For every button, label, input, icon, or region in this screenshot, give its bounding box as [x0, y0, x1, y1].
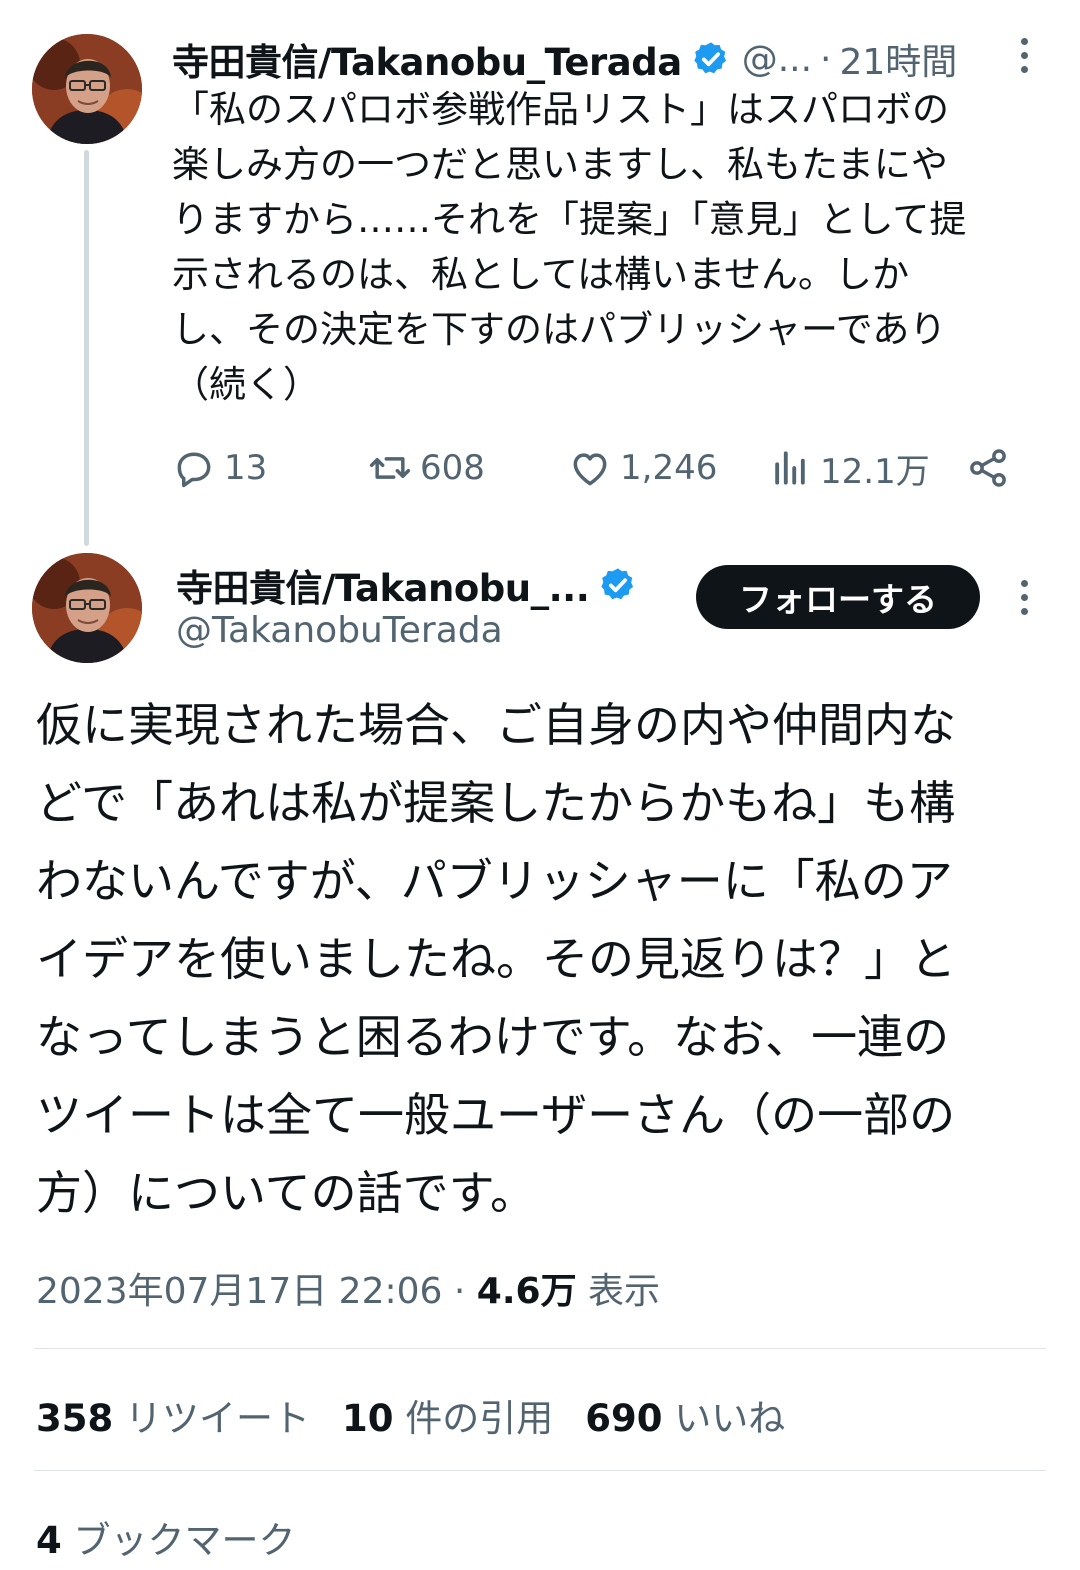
bookmarks-link[interactable]: 4 ブックマーク — [36, 1510, 296, 1564]
likes-link[interactable]: 690 いいね — [585, 1397, 785, 1440]
reply-count: 13 — [224, 448, 268, 488]
share-icon — [970, 449, 1006, 487]
view-count: 4.6万 — [476, 1271, 577, 1312]
tweet1-action-bar: 13 608 1,246 12.1万 — [172, 440, 1022, 496]
tweet1-handle[interactable]: @... — [742, 39, 812, 80]
verified-badge-icon — [694, 42, 726, 74]
share-button[interactable] — [966, 440, 1018, 496]
tweet2-meta: 2023年07月17日 22:06 · 4.6万 表示 — [36, 1262, 660, 1314]
retweet-count: 608 — [420, 448, 485, 488]
bookmark-label: ブックマーク — [73, 1519, 296, 1562]
retweet-total: 358 — [36, 1397, 114, 1440]
tweet1-separator: · — [820, 38, 832, 80]
bar-chart-icon — [775, 451, 805, 485]
divider — [34, 1348, 1046, 1349]
tweet1-time[interactable]: 21時間 — [840, 33, 958, 85]
avatar-photo-icon — [32, 553, 142, 663]
tweet1-text: 「私のスパロボ参戦作品リスト」はスパロボの 楽しみ方の一つだと思いますし、私もた… — [172, 88, 967, 406]
bookmark-total: 4 — [36, 1519, 62, 1562]
views-button[interactable]: 12.1万 — [768, 440, 930, 496]
retweet-icon — [369, 457, 411, 479]
retweet-label: リツイート — [125, 1397, 310, 1440]
retweets-link[interactable]: 358 リツイート — [36, 1397, 310, 1440]
like-button[interactable]: 1,246 — [568, 440, 717, 496]
tweet1-author-name[interactable]: 寺田貴信/Takanobu_Terada — [172, 32, 682, 86]
avatar-photo-icon — [32, 34, 142, 144]
tweet2-author-name[interactable]: 寺田貴信/Takanobu_... — [176, 558, 590, 612]
reply-icon — [177, 452, 211, 488]
tweet2-stats: 358 リツイート 10 件の引用 690 いいね — [36, 1388, 785, 1442]
like-label: いいね — [674, 1397, 786, 1440]
tweet2-handle[interactable]: @TakanobuTerada — [176, 610, 503, 651]
thread-connector-line — [84, 150, 89, 546]
like-count: 1,246 — [620, 448, 718, 488]
quote-label: 件の引用 — [405, 1397, 554, 1440]
quote-total: 10 — [342, 1397, 394, 1440]
retweet-button[interactable]: 608 — [368, 440, 485, 496]
quotes-link[interactable]: 10 件の引用 — [342, 1397, 553, 1440]
like-total: 690 — [585, 1397, 663, 1440]
divider — [34, 1470, 1046, 1471]
tweet2-timestamp[interactable]: 2023年07月17日 22:06 — [36, 1271, 442, 1312]
views-count: 12.1万 — [820, 451, 930, 492]
tweet1-header: 寺田貴信/Takanobu_Terada @... · 21時間 — [172, 32, 957, 86]
verified-badge-icon — [601, 568, 634, 600]
tweet2-header: 寺田貴信/Takanobu_... — [176, 558, 637, 612]
tweet1-more-icon[interactable] — [1018, 38, 1030, 73]
heart-icon — [573, 453, 607, 486]
tweet2-text: 仮に実現された場合、ご自身の内や仲間内な どで「あれは私が提案したからかもね」も… — [36, 698, 956, 1220]
tweet2-avatar[interactable] — [32, 553, 142, 663]
meta-separator: · — [453, 1271, 466, 1312]
reply-button[interactable]: 13 — [172, 440, 267, 496]
view-label: 表示 — [588, 1271, 661, 1312]
follow-button[interactable]: フォローする — [696, 565, 980, 629]
tweet2-more-icon[interactable] — [1018, 580, 1030, 615]
tweet1-avatar[interactable] — [32, 34, 142, 144]
